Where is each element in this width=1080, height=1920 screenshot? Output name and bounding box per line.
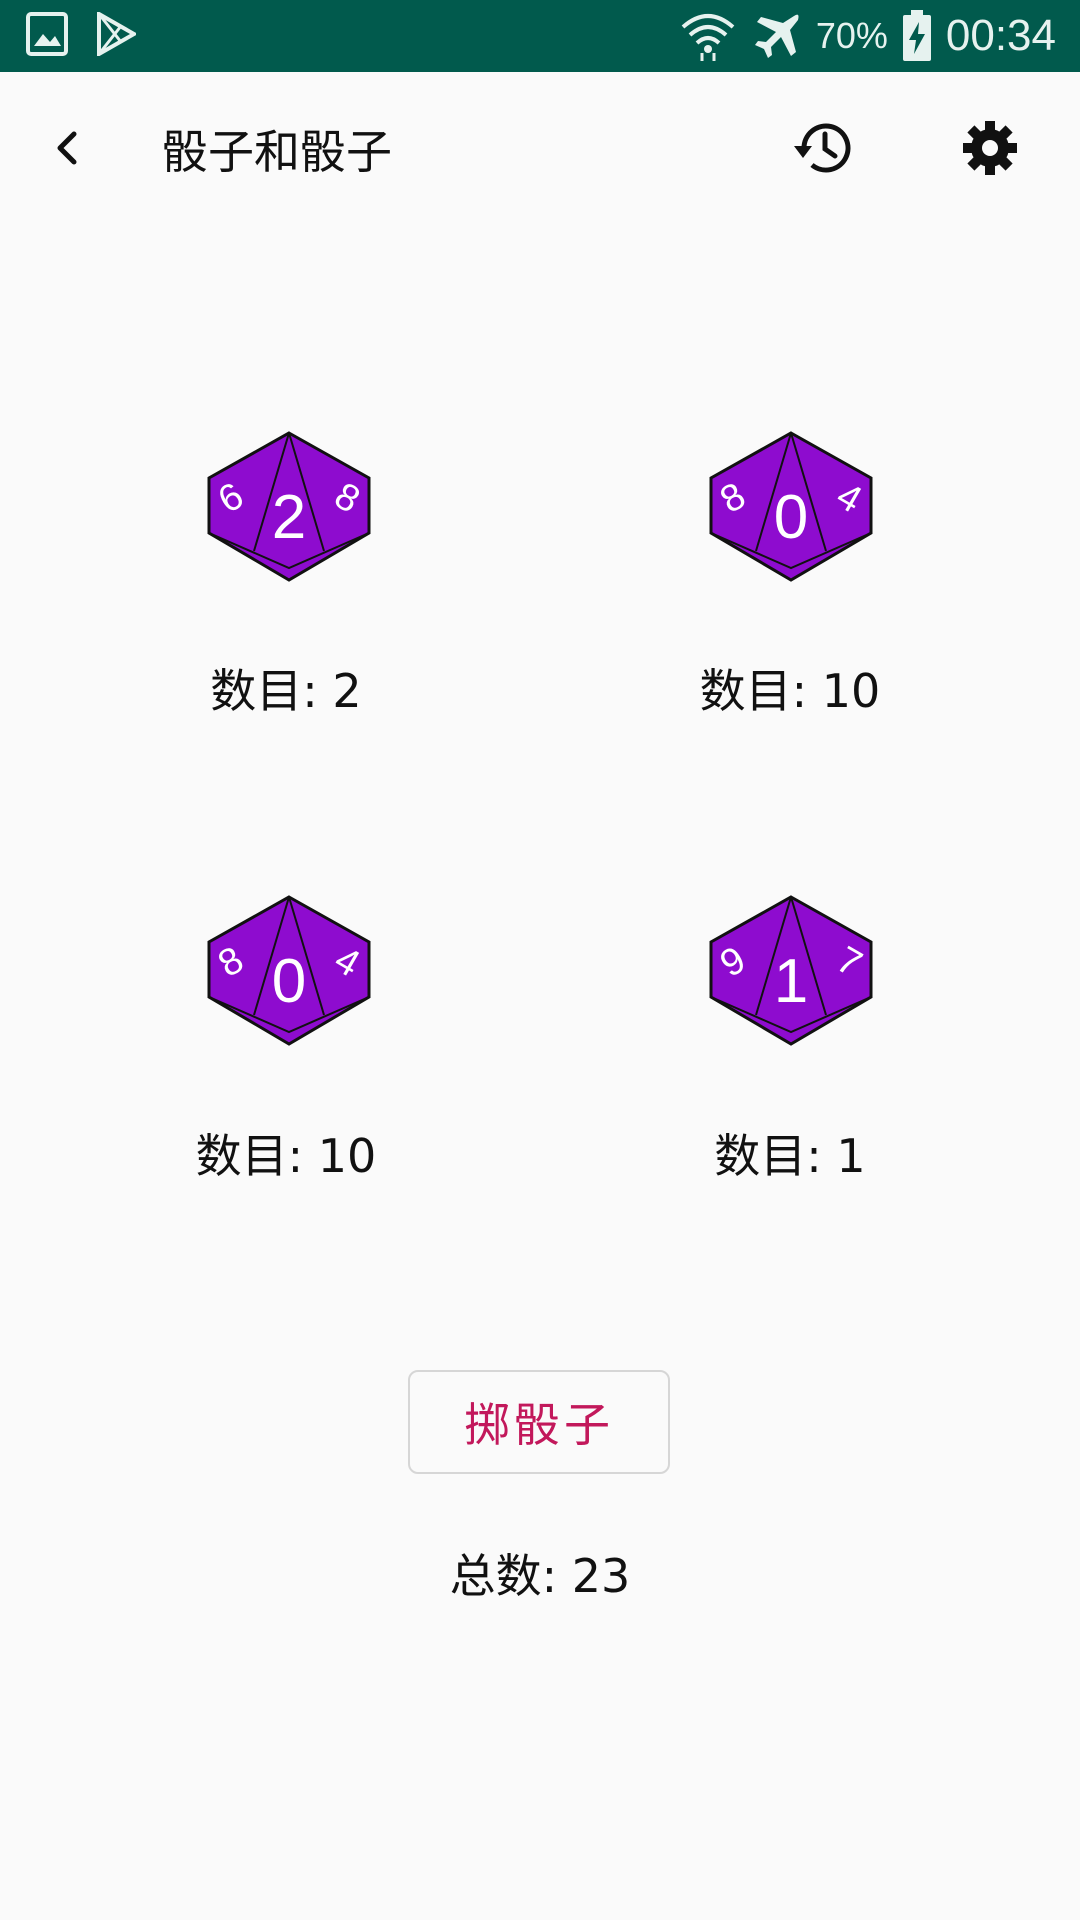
die-3-center-face: 0 (272, 947, 306, 1016)
die-1-center-face: 2 (272, 483, 306, 552)
page-title: 骰子和骰子 (162, 125, 392, 179)
die-1: 2 6 8 (207, 431, 371, 582)
battery-charging-icon (902, 10, 931, 61)
back-icon[interactable] (40, 120, 96, 176)
airplane-mode-icon (754, 14, 799, 59)
history-icon[interactable] (790, 116, 854, 180)
die-3: 0 8 4 (207, 895, 371, 1046)
roll-dice-button[interactable]: 掷骰子 (408, 1370, 670, 1474)
battery-percent: 70% (815, 15, 888, 56)
die-4-count-label: 数目: 1 (714, 1129, 866, 1183)
settings-icon[interactable] (958, 116, 1022, 180)
clock: 00:34 (945, 11, 1056, 60)
die-1-count-label: 数目: 2 (210, 664, 362, 718)
total-label: 总数: 23 (449, 1549, 631, 1603)
gallery-icon (26, 12, 68, 56)
die-2-center-face: 0 (774, 483, 808, 552)
die-3-count-label: 数目: 10 (195, 1129, 377, 1183)
die-2: 0 8 4 (709, 431, 873, 582)
die-2-count-label: 数目: 10 (699, 664, 881, 718)
app-bar: 骰子和骰子 (0, 72, 1080, 222)
wifi-icon (681, 14, 735, 61)
play-store-icon (97, 12, 136, 56)
die-4-center-face: 1 (774, 947, 808, 1016)
die-4: 1 9 7 (709, 895, 873, 1046)
status-bar: 70% 00:34 (0, 0, 1080, 72)
